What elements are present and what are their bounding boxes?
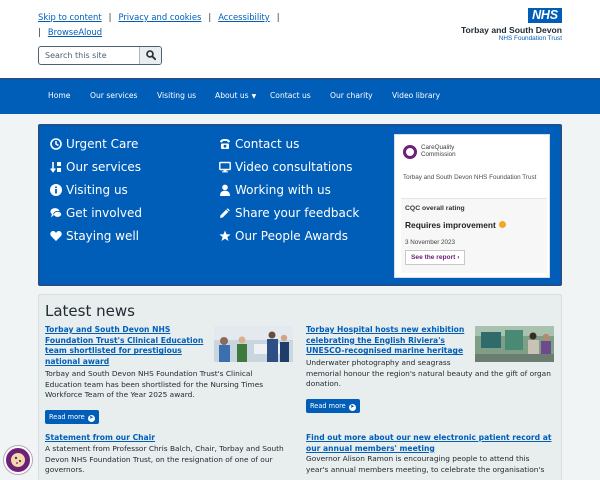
cookie-icon <box>11 453 25 467</box>
news-heading: Latest news <box>45 302 135 320</box>
skip-links: Skip to content | Privacy and cookies | Acce… <box>38 12 280 37</box>
cqc-date: 3 November 2023 <box>405 239 456 246</box>
cqc-organisation: Torbay and South Devon NHS Foundation Tr… <box>403 174 537 181</box>
cookie-settings-button[interactable] <box>4 446 32 474</box>
nav-visiting-us[interactable]: Visiting us <box>157 91 196 100</box>
nav-contact-us[interactable]: Contact us <box>270 91 311 100</box>
news-title-1[interactable]: Torbay and South Devon NHS Foundation Tr… <box>45 325 215 367</box>
read-more-button-1[interactable]: Read more ➤ <box>45 410 99 424</box>
cqc-rating-label: CQC overall rating <box>405 205 465 212</box>
news-image-2[interactable] <box>475 326 554 362</box>
heart-icon <box>50 231 62 241</box>
trust-name: Torbay and South Devon <box>460 25 562 35</box>
privacy-link[interactable]: Privacy and cookies <box>118 12 201 22</box>
arrow-right-icon: ➤ <box>87 415 95 422</box>
browsealoud-link[interactable]: BrowseAloud <box>48 27 102 37</box>
pencil-icon <box>220 208 230 218</box>
nav-home[interactable]: Home <box>48 91 70 100</box>
chevron-down-icon: ▼ <box>251 93 257 100</box>
search-box <box>38 46 162 65</box>
cqc-widget: CareQuality Commission Torbay and South … <box>394 134 550 278</box>
news-summary-4: Governor Alison Ramon is encouraging peo… <box>306 454 545 474</box>
news-summary-2: Underwater photography and seagrass memo… <box>306 358 551 389</box>
quick-links-panel: Urgent Care Our services Visiting us Get… <box>38 124 562 286</box>
nav-about-us[interactable]: About us ▼ <box>215 91 256 100</box>
chevron-right-icon: › <box>457 254 460 261</box>
news-summary-1: Torbay and South Devon NHS Foundation Tr… <box>45 369 264 400</box>
news-image-1[interactable] <box>214 326 293 362</box>
user-icon <box>220 184 230 196</box>
cqc-rating: Requires improvement <box>405 220 506 230</box>
see-report-button[interactable]: See the report › <box>405 250 466 265</box>
clock-icon <box>50 138 62 150</box>
news-summary-3: A statement from Professor Chris Balch, … <box>45 444 284 475</box>
star-icon <box>219 230 231 241</box>
sort-icon <box>50 162 61 173</box>
search-input[interactable] <box>39 47 139 64</box>
trust-logo[interactable]: NHS Torbay and South Devon NHS Foundatio… <box>454 8 562 42</box>
monitor-icon <box>219 161 231 173</box>
arrow-right-icon: ➤ <box>348 404 356 411</box>
cqc-logo-icon <box>403 145 417 159</box>
site-header: Skip to content | Privacy and cookies | Acce… <box>0 0 600 78</box>
latest-news: Latest news Torbay and South Devon NHS F… <box>38 294 562 480</box>
rating-dot-icon <box>498 221 506 228</box>
cqc-logo-text: CareQuality Commission <box>421 144 456 159</box>
trust-subtitle: NHS Foundation Trust <box>498 35 562 42</box>
nhs-logo: NHS <box>528 8 562 23</box>
news-title-2[interactable]: Torbay Hospital hosts new exhibition cel… <box>306 325 476 357</box>
nav-our-services[interactable]: Our services <box>90 91 137 100</box>
read-more-button-2[interactable]: Read more ➤ <box>306 399 360 413</box>
nav-about-us-label: About us <box>215 91 249 100</box>
cqc-rating-box: CQC overall rating Requires improvement … <box>401 198 547 273</box>
news-title-3[interactable]: Statement from our Chair <box>45 433 295 444</box>
nav-video-library[interactable]: Video library <box>392 91 440 100</box>
accessibility-link[interactable]: Accessibility <box>218 12 270 22</box>
info-icon <box>50 184 62 196</box>
phone-icon <box>220 139 230 149</box>
search-icon <box>146 50 156 60</box>
search-button[interactable] <box>139 47 161 64</box>
news-title-4[interactable]: Find out more about our new electronic p… <box>306 433 561 454</box>
main-nav: Home Our services Visiting us About us ▼ … <box>0 78 600 114</box>
chat-icon <box>50 208 62 218</box>
nav-our-charity[interactable]: Our charity <box>330 91 373 100</box>
skip-to-content-link[interactable]: Skip to content <box>38 12 102 22</box>
